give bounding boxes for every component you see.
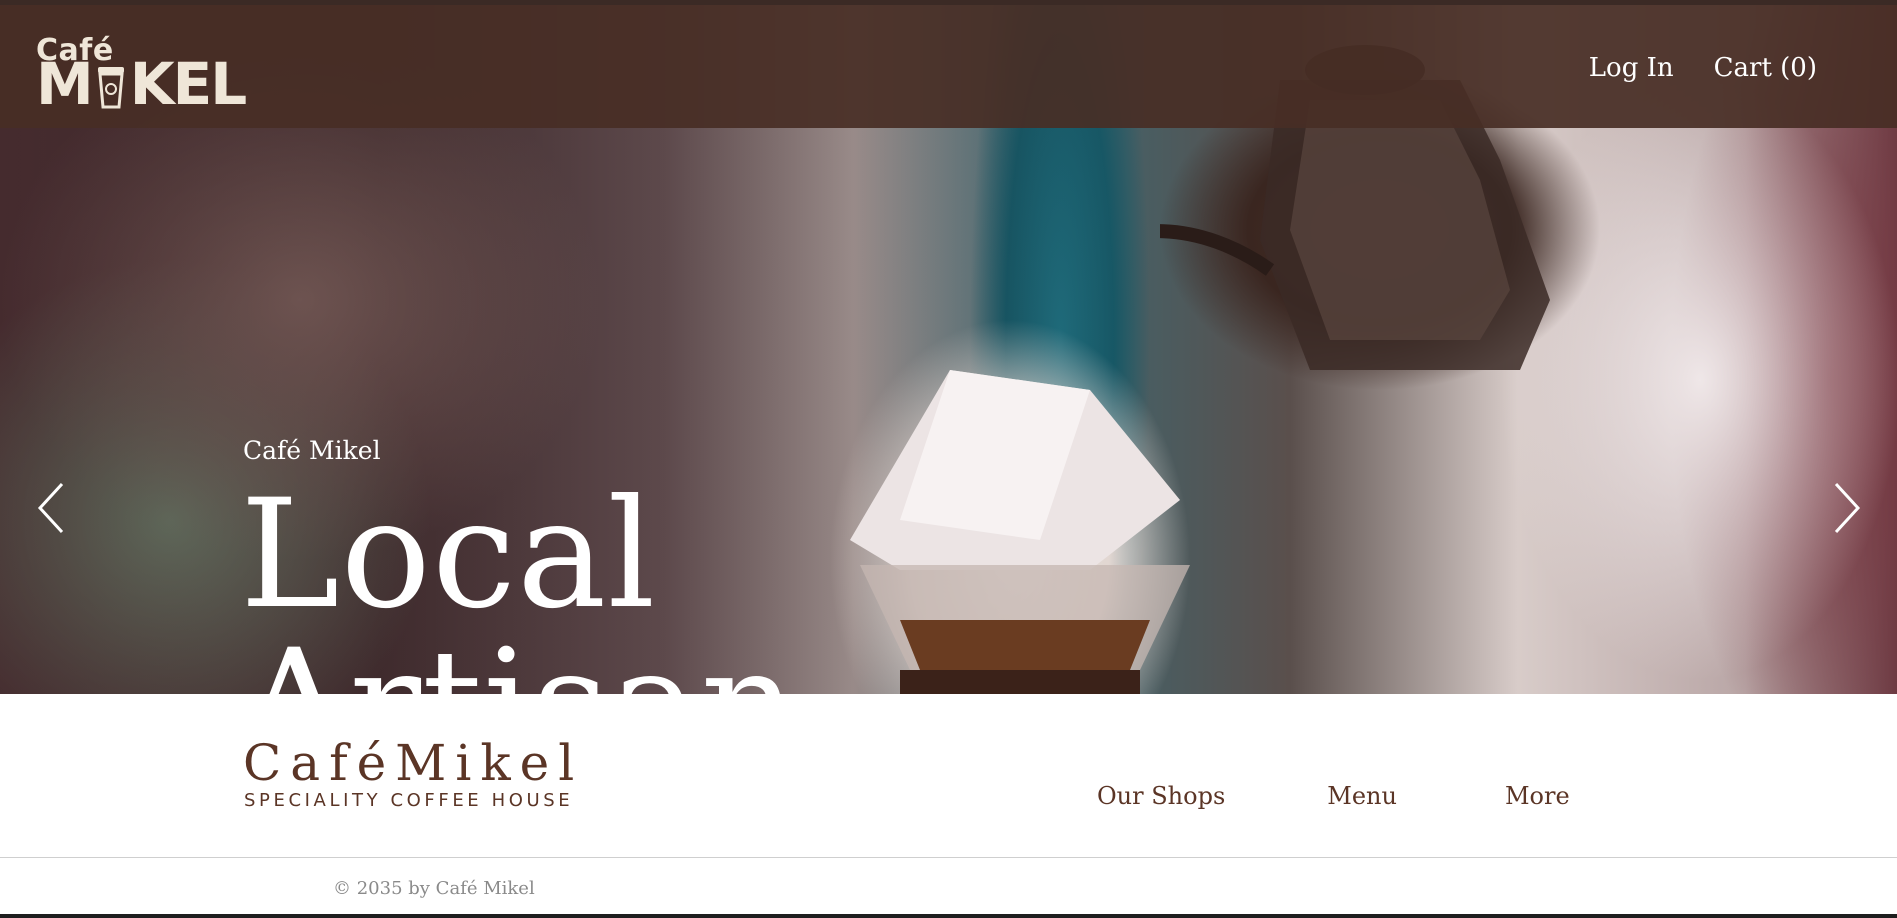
logo-letter-m: M [36, 50, 94, 118]
footer-copyright: © 2035 by Café Mikel [333, 878, 535, 899]
brand-tagline: SPECIALITY COFFEE HOUSE [244, 790, 574, 811]
login-link[interactable]: Log In [1589, 53, 1674, 83]
nav-menu[interactable]: Menu [1327, 782, 1397, 810]
bottom-edge [0, 914, 1897, 918]
hero-eyebrow: Café Mikel [243, 436, 381, 465]
chevron-left-icon[interactable] [32, 478, 72, 538]
logo-text-mikel: M KEL [36, 50, 248, 118]
hero-headline: Local Artisan [240, 468, 797, 694]
header-nav: Log In Cart (0) [1589, 53, 1817, 83]
logo-letters-kel: KEL [129, 50, 248, 118]
footer-divider [0, 857, 1897, 858]
nav-our-shops[interactable]: Our Shops [1097, 782, 1225, 810]
main-nav: Our Shops Menu More [1097, 782, 1570, 810]
site-logo[interactable]: Café M KEL [36, 33, 276, 113]
brand-name[interactable]: CaféMikel [243, 738, 583, 788]
nav-more[interactable]: More [1505, 782, 1570, 810]
site-header: Café M KEL Log In Cart (0) [0, 0, 1897, 128]
cart-link[interactable]: Cart (0) [1714, 53, 1817, 83]
chevron-right-icon[interactable] [1826, 478, 1866, 538]
coffee-cup-icon [97, 67, 124, 109]
